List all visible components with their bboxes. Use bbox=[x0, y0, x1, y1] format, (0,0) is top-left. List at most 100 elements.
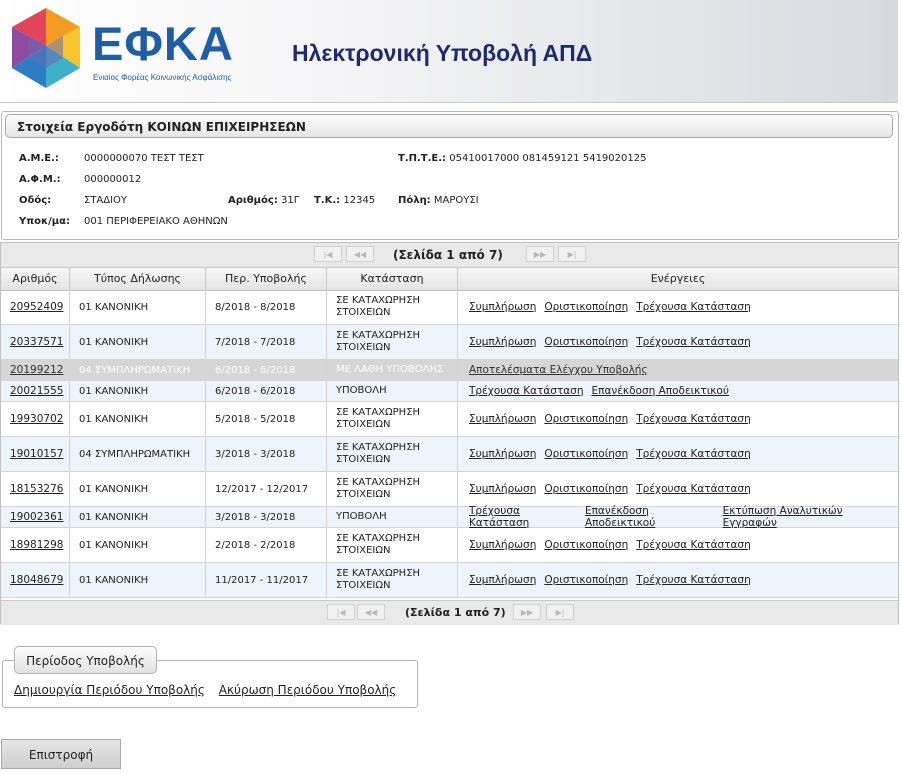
cell-type: 01 ΚΑΝΟΝΙΚΗ bbox=[70, 528, 206, 562]
table-row: 19002361 01 ΚΑΝΟΝΙΚΗ 3/2018 - 3/2018 ΥΠΟΒΟΛ… bbox=[1, 505, 898, 529]
last-page-icon[interactable]: ▶| bbox=[546, 604, 574, 620]
col-number[interactable]: Αριθμός bbox=[1, 268, 70, 290]
table-row: 18153276 01 ΚΑΝΟΝΙΚΗ 12/2017 - 12/2017 ΣΕ Κ… bbox=[1, 472, 898, 507]
action-link[interactable]: Οριστικοποίηση bbox=[544, 336, 628, 348]
declaration-number-link[interactable]: 19010157 bbox=[10, 448, 63, 460]
cell-type: 01 ΚΑΝΟΝΙΚΗ bbox=[70, 290, 206, 324]
declaration-number-link[interactable]: 20337571 bbox=[10, 336, 63, 348]
branch-value: 001 ΠΕΡΙΦΕΡΕΙΑΚΟ ΑΘΗΝΩΝ bbox=[84, 216, 228, 227]
cell-period: 8/2018 - 8/2018 bbox=[206, 290, 327, 324]
declaration-number-link[interactable]: 18153276 bbox=[10, 483, 63, 495]
next-page-icon[interactable]: ▶▶ bbox=[526, 246, 554, 262]
cell-actions: Συμπλήρωση Οριστικοποίηση Τρέχουσα Κατάστα… bbox=[458, 563, 898, 597]
cell-actions: Αποτελέσματα Ελέγχου Υποβολής bbox=[458, 360, 898, 380]
action-link[interactable]: Τρέχουσα Κατάσταση bbox=[636, 448, 751, 460]
cell-number: 18048679 bbox=[1, 563, 70, 597]
cell-status: ΣΕ ΚΑΤΑΧΩΡΗΣΗ ΣΤΟΙΧΕΙΩΝ bbox=[327, 325, 458, 359]
action-link[interactable]: Συμπλήρωση bbox=[469, 539, 536, 551]
declaration-number-link[interactable]: 20952409 bbox=[10, 301, 63, 313]
cell-status: ΣΕ ΚΑΤΑΧΩΡΗΣΗ ΣΤΟΙΧΕΙΩΝ bbox=[327, 402, 458, 436]
cell-type: 01 ΚΑΝΟΝΙΚΗ bbox=[70, 472, 206, 506]
col-period[interactable]: Περ. Υποβολής bbox=[206, 268, 327, 290]
cell-number: 20952409 bbox=[1, 290, 70, 324]
back-button[interactable]: Επιστροφή bbox=[1, 739, 121, 769]
action-link[interactable]: Εκτύπωση Αναλυτικών Εγγραφών bbox=[723, 505, 890, 529]
declaration-number-link[interactable]: 18981298 bbox=[10, 539, 63, 551]
first-page-icon[interactable]: |◀ bbox=[327, 604, 355, 620]
declaration-number-link[interactable]: 19002361 bbox=[10, 511, 63, 523]
page-indicator-top: (Σελίδα 1 από 7) bbox=[393, 248, 503, 262]
period-links: Δημιουργία Περιόδου Υποβολής Ακύρωση Περ… bbox=[14, 683, 406, 697]
col-actions: Ενέργειες bbox=[650, 272, 706, 285]
tpte-label: Τ.Π.Τ.Ε.: bbox=[398, 153, 447, 164]
city-row: Πόλη: ΜΑΡΟΥΣΙ bbox=[398, 195, 479, 206]
next-page-icon[interactable]: ▶▶ bbox=[513, 604, 541, 620]
status-text: ΣΕ ΚΑΤΑΧΩΡΗΣΗ ΣΤΟΙΧΕΙΩΝ bbox=[336, 442, 421, 465]
action-link[interactable]: Επανέκδοση Αποδεικτικού bbox=[585, 505, 715, 529]
cell-status: ΥΠΟΒΟΛΗ bbox=[327, 507, 458, 527]
action-link[interactable]: Τρέχουσα Κατάσταση bbox=[469, 385, 584, 397]
action-link[interactable]: Οριστικοποίηση bbox=[544, 483, 628, 495]
action-link[interactable]: Συμπλήρωση bbox=[469, 301, 536, 313]
prev-page-icon[interactable]: ◀◀ bbox=[357, 604, 385, 620]
action-link[interactable]: Τρέχουσα Κατάσταση bbox=[636, 413, 751, 425]
branch-label: Υποκ/μα: bbox=[19, 216, 71, 227]
cell-type: 04 ΣΥΜΠΛΗΡΩΜΑΤΙΚΗ bbox=[70, 360, 206, 380]
action-link[interactable]: Τρέχουσα Κατάσταση bbox=[636, 539, 751, 551]
action-link[interactable]: Οριστικοποίηση bbox=[544, 301, 628, 313]
pager-bottom: |◀ ◀◀ (Σελίδα 1 από 7) ▶▶ ▶| bbox=[1, 600, 898, 625]
col-status[interactable]: Κατάσταση bbox=[327, 268, 458, 290]
action-link[interactable]: Συμπλήρωση bbox=[469, 336, 536, 348]
cell-period: 3/2018 - 3/2018 bbox=[206, 437, 327, 471]
declaration-number-link[interactable]: 20199212 bbox=[10, 364, 63, 376]
action-link[interactable]: Οριστικοποίηση bbox=[544, 448, 628, 460]
action-link[interactable]: Οριστικοποίηση bbox=[544, 539, 628, 551]
action-link[interactable]: Τρέχουσα Κατάσταση bbox=[469, 505, 577, 529]
cell-type: 01 ΚΑΝΟΝΙΚΗ bbox=[70, 325, 206, 359]
table-row: 18981298 01 ΚΑΝΟΝΙΚΗ 2/2018 - 2/2018 ΣΕ ΚΑΤ… bbox=[1, 528, 898, 563]
action-link[interactable]: Αποτελέσματα Ελέγχου Υποβολής bbox=[469, 364, 648, 376]
table-row: 19930702 01 ΚΑΝΟΝΙΚΗ 5/2018 - 5/2018 ΣΕ ΚΑΤ… bbox=[1, 402, 898, 437]
status-text: ΣΕ ΚΑΤΑΧΩΡΗΣΗ ΣΤΟΙΧΕΙΩΝ bbox=[336, 295, 421, 318]
declaration-number-link[interactable]: 18048679 bbox=[10, 574, 63, 586]
cell-period: 6/2018 - 6/2018 bbox=[206, 360, 327, 380]
first-page-icon[interactable]: |◀ bbox=[314, 246, 342, 262]
tk-value: 12345 bbox=[343, 195, 376, 206]
action-link[interactable]: Συμπλήρωση bbox=[469, 483, 536, 495]
table-row: 20337571 01 ΚΑΝΟΝΙΚΗ 7/2018 - 7/2018 ΣΕ ΚΑΤ… bbox=[1, 325, 898, 360]
cell-number: 19930702 bbox=[1, 402, 70, 436]
action-link[interactable]: Τρέχουσα Κατάσταση bbox=[636, 574, 751, 586]
last-page-icon[interactable]: ▶| bbox=[558, 246, 586, 262]
cell-actions: Συμπλήρωση Οριστικοποίηση Τρέχουσα Κατάστα… bbox=[458, 325, 898, 359]
cell-actions: Συμπλήρωση Οριστικοποίηση Τρέχουσα Κατάστα… bbox=[458, 472, 898, 506]
number-value: 31Γ bbox=[281, 195, 300, 206]
afm-label: Α.Φ.Μ.: bbox=[19, 174, 61, 185]
prev-page-icon[interactable]: ◀◀ bbox=[346, 246, 374, 262]
cell-status: ΣΕ ΚΑΤΑΧΩΡΗΣΗ ΣΤΟΙΧΕΙΩΝ bbox=[327, 290, 458, 324]
city-value: ΜΑΡΟΥΣΙ bbox=[433, 195, 479, 206]
declaration-number-link[interactable]: 20021555 bbox=[10, 385, 63, 397]
employer-panel: Στοιχεία Εργοδότη ΚΟΙΝΩΝ ΕΠΙΧΕΙΡΗΣΕΩΝ Α.… bbox=[1, 111, 899, 240]
cancel-period-link[interactable]: Ακύρωση Περιόδου Υποβολής bbox=[219, 683, 397, 697]
logo-text: ΕΦΚΑ bbox=[92, 17, 234, 70]
cell-actions: Συμπλήρωση Οριστικοποίηση Τρέχουσα Κατάστα… bbox=[458, 402, 898, 436]
app-header: ΕΦΚΑ Ενιαίος Φορέας Κοινωνικής Ασφάλισης… bbox=[0, 0, 898, 103]
create-period-link[interactable]: Δημιουργία Περιόδου Υποβολής bbox=[14, 683, 205, 697]
ame-row: Α.Μ.Ε.: bbox=[19, 153, 59, 164]
action-link[interactable]: Τρέχουσα Κατάσταση bbox=[636, 336, 751, 348]
action-link[interactable]: Συμπλήρωση bbox=[469, 448, 536, 460]
action-link[interactable]: Οριστικοποίηση bbox=[544, 574, 628, 586]
table-row: 20199212 04 ΣΥΜΠΛΗΡΩΜΑΤΙΚΗ 6/2018 - 6/2018… bbox=[1, 360, 898, 381]
action-link[interactable]: Επανέκδοση Αποδεικτικού bbox=[592, 385, 729, 397]
cell-period: 2/2018 - 2/2018 bbox=[206, 528, 327, 562]
afm-row: Α.Φ.Μ.: bbox=[19, 174, 61, 185]
action-link[interactable]: Τρέχουσα Κατάσταση bbox=[636, 483, 751, 495]
action-link[interactable]: Συμπλήρωση bbox=[469, 413, 536, 425]
action-link[interactable]: Τρέχουσα Κατάσταση bbox=[636, 301, 751, 313]
declaration-number-link[interactable]: 19930702 bbox=[10, 413, 63, 425]
col-type[interactable]: Τύπος Δήλωσης bbox=[70, 268, 206, 290]
cell-status: ΣΕ ΚΑΤΑΧΩΡΗΣΗ ΣΤΟΙΧΕΙΩΝ bbox=[327, 528, 458, 562]
status-text: ΣΕ ΚΑΤΑΧΩΡΗΣΗ ΣΤΟΙΧΕΙΩΝ bbox=[336, 477, 421, 500]
action-link[interactable]: Συμπλήρωση bbox=[469, 574, 536, 586]
action-link[interactable]: Οριστικοποίηση bbox=[544, 413, 628, 425]
